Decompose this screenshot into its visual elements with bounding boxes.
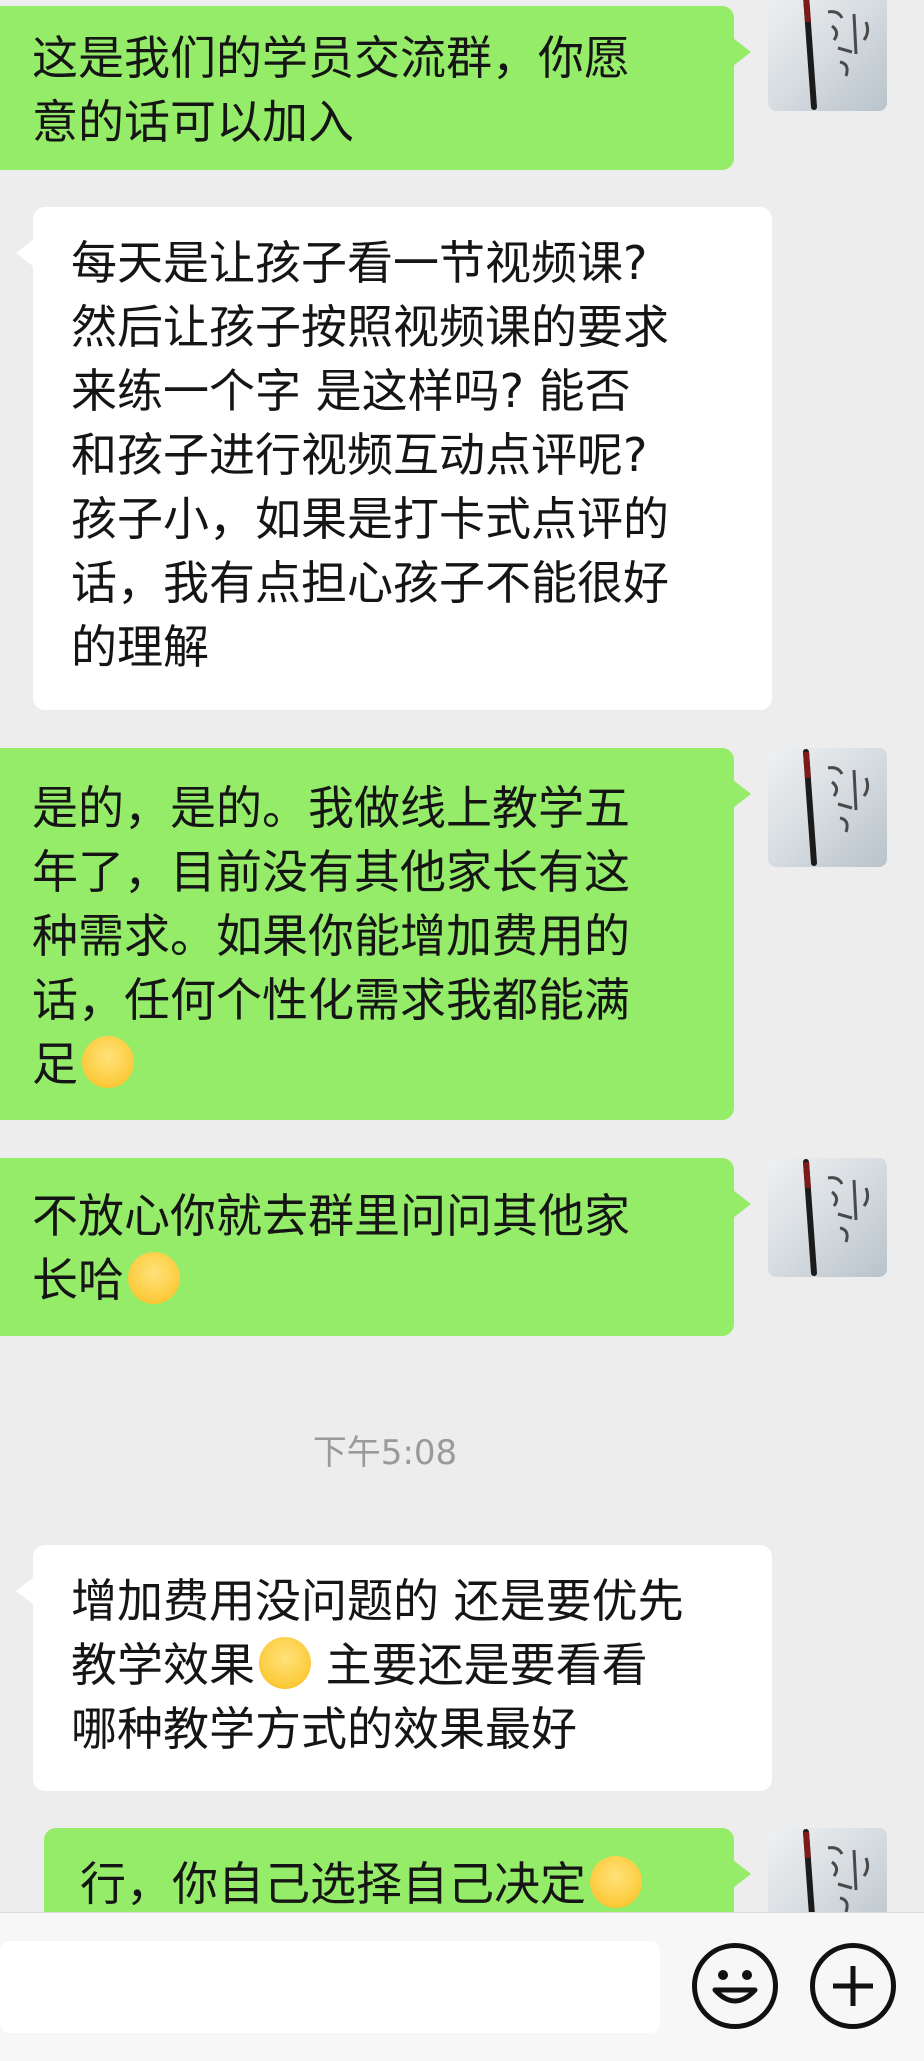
calligraphy-pen-icon: [803, 749, 870, 866]
contact-avatar[interactable]: [768, 1158, 887, 1277]
message-bubble-sent[interactable]: 是的，是的。我做线上教学五 年了，目前没有其他家长有这 种需求。如果你能增加费用…: [0, 748, 751, 1120]
message-bubble-sent[interactable]: 不放心你就去群里问问其他家 长哈: [0, 1158, 751, 1336]
message-text: 不放心你就去群里问问其他家 长哈: [32, 1184, 734, 1312]
message-input[interactable]: [0, 1941, 660, 2033]
message-text: 这是我们的学员交流群，你愿 意的话可以加入: [32, 31, 630, 149]
smile-emoji-icon: [128, 1252, 180, 1304]
smile-emoji-icon: [82, 1036, 134, 1088]
add-button[interactable]: [810, 1943, 896, 2029]
plus-circle-icon: [833, 1966, 873, 2006]
message-timestamp: 下午5:08: [312, 1433, 458, 1473]
message-text: 行，你自己选择自己决定: [80, 1852, 734, 1916]
emoji-button[interactable]: [692, 1943, 778, 2029]
message-text: 增加费用没问题的 还是要优先 教学效果 主要还是要看看 哪种教学方式的效果最好: [71, 1569, 772, 1761]
smile-emoji-icon: [590, 1856, 642, 1908]
message-bubble-received[interactable]: 每天是让孩子看一节视频课? 然后让孩子按照视频课的要求 来练一个字 是这样吗? …: [16, 207, 772, 710]
chat-input-bar: [0, 1912, 924, 2061]
message-bubble-received[interactable]: 增加费用没问题的 还是要优先 教学效果 主要还是要看看 哪种教学方式的效果最好: [16, 1545, 772, 1791]
message-text: 每天是让孩子看一节视频课? 然后让孩子按照视频课的要求 来练一个字 是这样吗? …: [71, 236, 669, 674]
message-text: 是的，是的。我做线上教学五 年了，目前没有其他家长有这 种需求。如果你能增加费用…: [32, 776, 734, 1096]
message-text-body: 行，你自己选择自己决定: [80, 1857, 586, 1911]
calligraphy-pen-icon: [803, 1159, 870, 1276]
calligraphy-pen-icon: [803, 0, 870, 110]
emoji-face-icon: [712, 1970, 758, 2004]
contact-avatar[interactable]: [768, 0, 887, 111]
grin-emoji-icon: [259, 1637, 311, 1689]
message-text-body: 不放心你就去群里问问其他家 长哈: [32, 1189, 630, 1307]
contact-avatar[interactable]: [768, 748, 887, 867]
message-bubble-sent[interactable]: 这是我们的学员交流群，你愿 意的话可以加入: [0, 6, 751, 170]
